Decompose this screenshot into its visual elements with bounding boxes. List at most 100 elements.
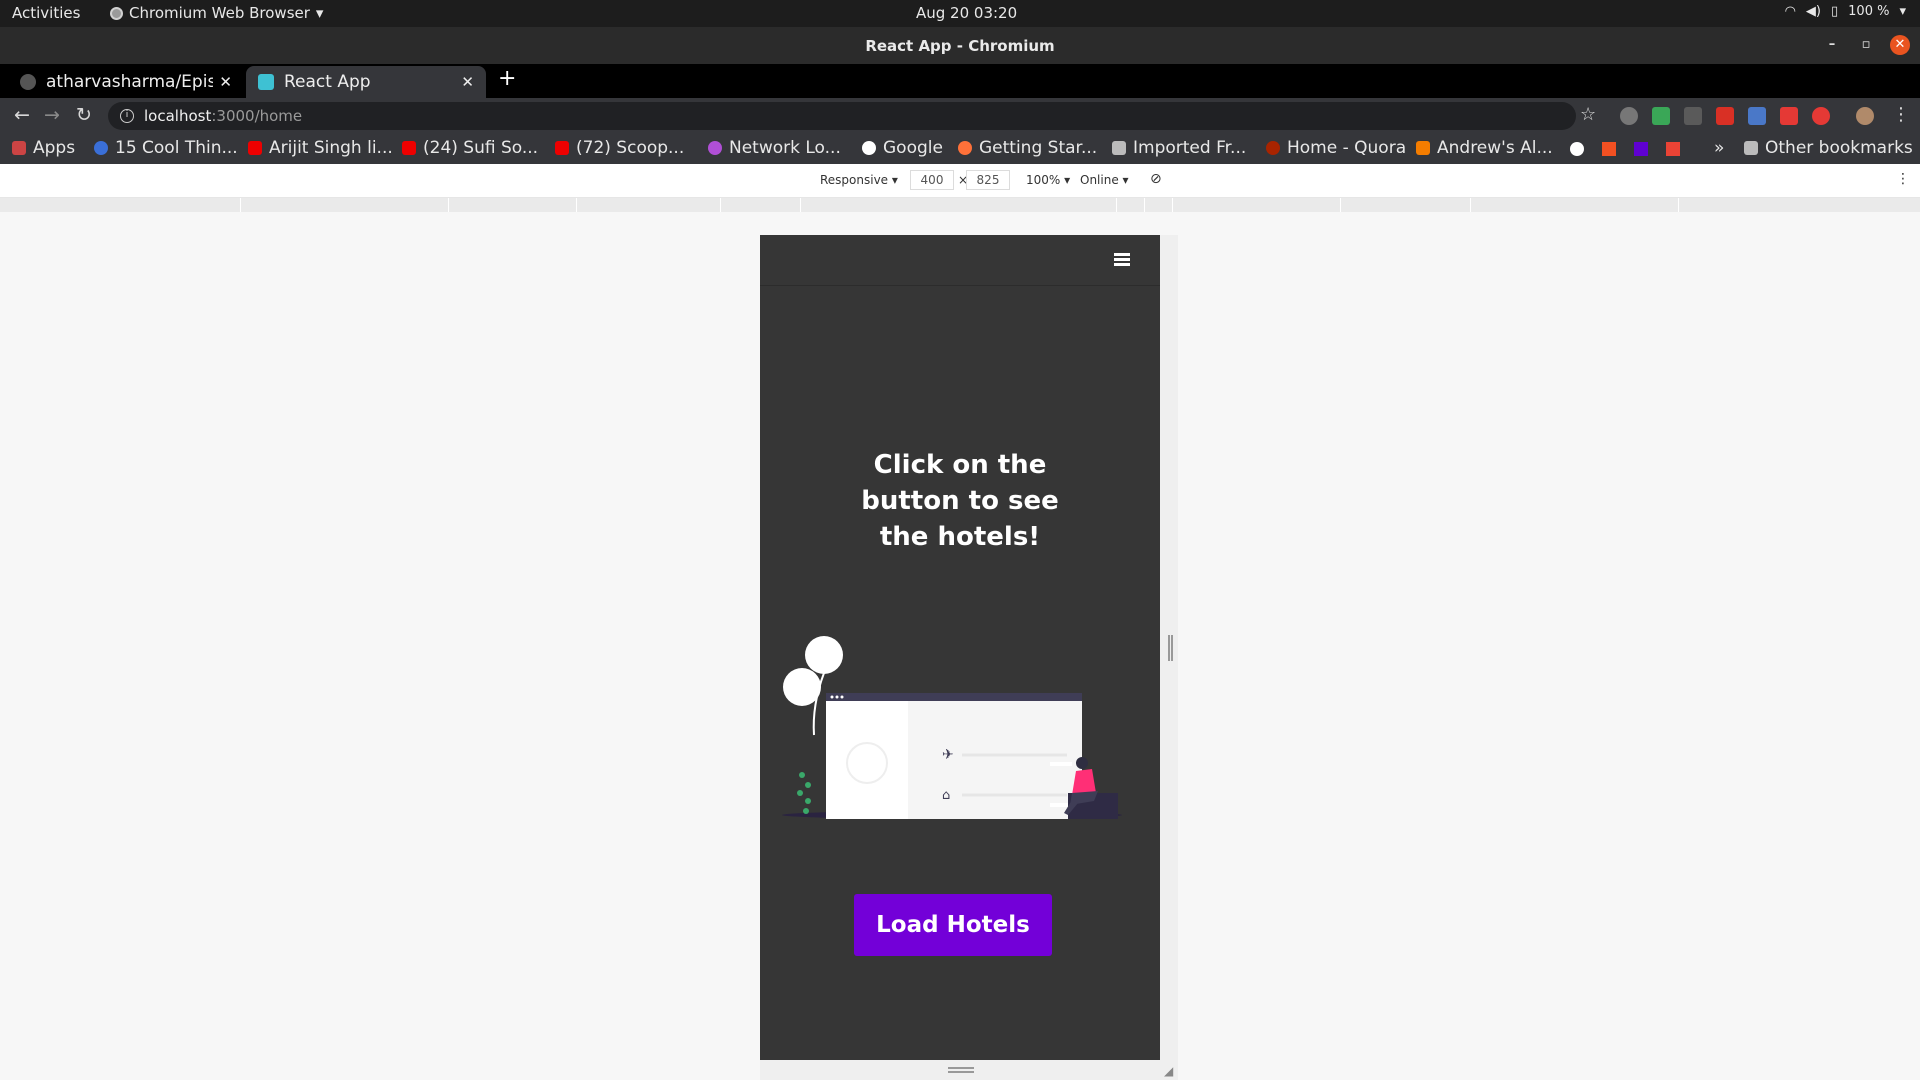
bookmark-item[interactable]: Home - Quora [1266, 138, 1406, 158]
bookmark-label: Google [883, 138, 943, 158]
wifi-icon: ◠ [1784, 4, 1796, 19]
blogger-icon [1416, 141, 1430, 155]
maximize-button[interactable]: ▫ [1856, 35, 1876, 55]
extension-icon[interactable] [1652, 107, 1670, 125]
youtube-icon [248, 141, 262, 155]
app-menu[interactable]: Chromium Web Browser ▾ [110, 4, 323, 22]
system-tray[interactable]: ◠ ◀) ▯ 100 % ▾ [1785, 4, 1906, 19]
youtube-icon [555, 141, 569, 155]
microsoft-icon[interactable] [1602, 142, 1616, 156]
extension-icon[interactable] [1748, 107, 1766, 125]
volume-icon: ◀) [1805, 4, 1821, 19]
close-window-button[interactable]: ✕ [1890, 35, 1910, 55]
app-header [760, 235, 1160, 286]
tab-strip: atharvasharma/Episou ✕ React App ✕ [0, 64, 1920, 98]
google-icon[interactable] [1570, 142, 1584, 156]
bookmark-item[interactable]: Arijit Singh li... [248, 138, 393, 158]
bookmark-label: (72) Scoop... [576, 138, 685, 158]
bookmarks-overflow-button[interactable]: » [1714, 138, 1724, 158]
tab-github[interactable]: atharvasharma/Episou ✕ [8, 66, 244, 98]
bookmark-label: Other bookmarks [1765, 138, 1913, 158]
reload-button[interactable]: ↻ [76, 104, 92, 126]
bookmark-apps[interactable]: Apps [12, 138, 75, 158]
folder-icon [1112, 141, 1126, 155]
clock[interactable]: Aug 20 03:20 [916, 4, 1017, 22]
more-menu-icon[interactable]: ⋮ [1892, 104, 1910, 125]
bookmark-item[interactable]: Network Lo... [708, 138, 841, 158]
bookmark-item[interactable]: (24) Sufi So... [402, 138, 538, 158]
extension-icon[interactable] [1780, 107, 1798, 125]
bookmark-item[interactable]: (72) Scoop... [555, 138, 684, 158]
extension-icon[interactable] [1812, 107, 1830, 125]
minimize-button[interactable]: – [1822, 35, 1842, 55]
chevron-down-icon: ▾ [315, 4, 324, 22]
window-title-bar: React App - Chromium – ▫ ✕ [0, 27, 1920, 64]
gmail-icon[interactable] [1666, 142, 1680, 156]
network-throttle-select[interactable]: Online ▾ [1080, 173, 1129, 187]
rotate-icon[interactable]: ⊘ [1150, 171, 1162, 187]
info-icon[interactable]: i [120, 109, 134, 123]
pocket-icon[interactable] [1684, 107, 1702, 125]
extension-icon[interactable] [1620, 107, 1638, 125]
close-icon[interactable]: ✕ [219, 73, 232, 91]
google-icon [862, 141, 876, 155]
activities-button[interactable]: Activities [12, 4, 80, 22]
viewport-resize-corner-icon[interactable]: ◢ [1164, 1064, 1173, 1078]
device-select[interactable]: Responsive ▾ [820, 173, 898, 187]
bookmark-label: Getting Star... [979, 138, 1098, 158]
chromium-icon [110, 6, 123, 20]
width-input[interactable]: 400 [910, 170, 954, 190]
hamburger-menu-icon[interactable] [1114, 253, 1130, 266]
house-icon: ⌂ [942, 788, 950, 803]
window-title: React App - Chromium [865, 37, 1055, 55]
viewport-resize-handle-bottom[interactable] [948, 1067, 974, 1073]
bookmark-item[interactable]: 15 Cool Thin... [94, 138, 238, 158]
forward-button[interactable]: → [44, 104, 60, 126]
bookmark-star-icon[interactable]: ☆ [1580, 104, 1596, 125]
tab-label: atharvasharma/Episou [46, 72, 214, 92]
bookmark-label: Home - Quora [1287, 138, 1407, 158]
extension-icon[interactable] [1716, 107, 1734, 125]
bookmark-label: Andrew's Al... [1437, 138, 1553, 158]
height-input[interactable]: 825 [966, 170, 1010, 190]
bookmark-folder[interactable]: Imported Fr... [1112, 138, 1246, 158]
viewport-resize-handle-right[interactable] [1168, 635, 1173, 661]
yahoo-icon[interactable] [1634, 142, 1648, 156]
close-icon[interactable]: ✕ [461, 73, 474, 91]
bookmarks-bar: Apps 15 Cool Thin... Arijit Singh li... … [0, 134, 1920, 164]
bookmark-label: Arijit Singh li... [269, 138, 393, 158]
travel-booking-illustration: ✈ ⌂ [782, 636, 1122, 819]
new-tab-button[interactable]: + [498, 66, 516, 91]
bookmark-label: » [1714, 138, 1725, 158]
browser-window-topbar [826, 693, 1082, 701]
bookmark-item[interactable]: Getting Star... [958, 138, 1097, 158]
app-viewport: Click on the button to see the hotels! ✈… [760, 235, 1160, 1060]
back-button[interactable]: ← [14, 104, 30, 126]
person-head [1076, 757, 1088, 769]
tab-react-app[interactable]: React App ✕ [246, 66, 486, 98]
airplane-icon: ✈ [942, 747, 954, 763]
sidebar-panel-graphic [826, 701, 908, 819]
github-icon [20, 74, 36, 90]
bookmark-label: Apps [33, 138, 76, 158]
media-query-ruler[interactable] [0, 198, 1920, 212]
url-host: localhost [144, 107, 212, 125]
react-icon [258, 74, 274, 90]
quora-icon [1266, 141, 1280, 155]
load-hotels-button[interactable]: Load Hotels [854, 894, 1052, 956]
bookmark-item[interactable]: Andrew's Al... [1416, 138, 1553, 158]
device-toolbar: Responsive ▾ 400 × 825 100% ▾ Online ▾ ⊘… [0, 164, 1920, 198]
avatar[interactable] [1856, 107, 1874, 125]
zoom-select[interactable]: 100% ▾ [1026, 173, 1070, 187]
bookmark-item[interactable]: Google [862, 138, 943, 158]
bookmark-folder-other[interactable]: Other bookmarks [1744, 138, 1913, 158]
more-options-icon[interactable]: ⋮ [1896, 171, 1910, 187]
bookmark-label: Network Lo... [729, 138, 841, 158]
folder-icon [1744, 141, 1758, 155]
site-favicon-icon [94, 141, 108, 155]
bookmark-label: Imported Fr... [1133, 138, 1247, 158]
youtube-icon [402, 141, 416, 155]
battery-icon: ▯ [1831, 4, 1839, 19]
plant-leaf-small [799, 772, 805, 778]
address-bar[interactable]: i localhost:3000/home [108, 102, 1576, 130]
